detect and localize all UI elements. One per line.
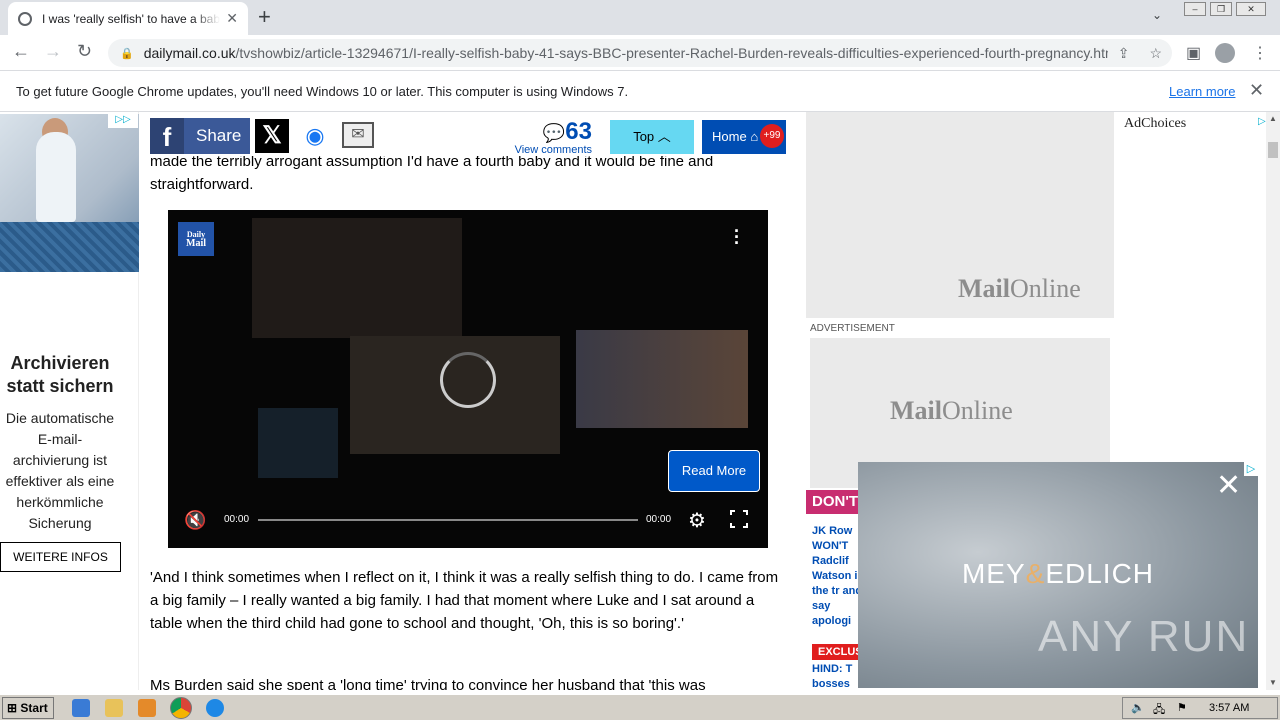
ad-placeholder[interactable]: MailOnline — [806, 112, 1114, 318]
home-icon: ⌂ — [750, 129, 759, 144]
window-close-icon[interactable]: ✕ — [1236, 2, 1266, 16]
comments-link[interactable]: 💬63 View comments — [510, 118, 592, 156]
reload-icon[interactable]: ↻ — [77, 41, 92, 62]
ad-headline: Archivieren statt sichern — [6, 353, 114, 396]
settings-gear-icon[interactable]: ⚙ — [688, 508, 706, 533]
share-page-icon[interactable]: ⇪ — [1118, 45, 1130, 62]
taskbar: ⊞ Start 🔈 🖧 ⚑ 3:57 AM — [0, 694, 1280, 720]
mailonline-logo: MailOnline — [958, 274, 1081, 303]
system-tray: 🔈 🖧 ⚑ 3:57 AM — [1122, 697, 1278, 719]
video-controls: 🔇 00:00 00:00 ⚙ — [168, 502, 768, 548]
chevron-up-icon: ︿ — [657, 129, 671, 144]
mailonline-logo: MailOnline — [890, 396, 1013, 425]
flag-icon[interactable]: ⚑ — [1177, 701, 1187, 714]
browser-toolbar: ← → ↻ 🔒 dailymail.co.uk/tvshowbiz/articl… — [0, 35, 1280, 71]
media-player-icon[interactable] — [138, 699, 156, 717]
browser-tab[interactable]: I was 'really selfish' to have a baby at… — [8, 2, 248, 35]
mute-icon[interactable]: 🔇 — [184, 510, 206, 531]
volume-icon[interactable]: 🔈 — [1131, 701, 1145, 714]
url-text[interactable]: dailymail.co.uk/tvshowbiz/article-132946… — [144, 45, 1108, 61]
close-ad-icon[interactable]: ✕ — [1216, 468, 1241, 503]
article-paragraph: made the terribly arrogant assumption I'… — [150, 153, 714, 193]
infobar-message: To get future Google Chrome updates, you… — [16, 84, 629, 99]
bookmark-star-icon[interactable]: ☆ — [1149, 45, 1162, 62]
tab-title: I was 'really selfish' to have a baby at — [42, 11, 221, 26]
article-paragraph: 'And I think sometimes when I reflect on… — [150, 569, 779, 632]
ad-body: Die automatische E-mail-archivierung ist… — [5, 410, 115, 531]
messenger-icon[interactable]: ◉ — [298, 121, 332, 151]
folder-icon[interactable] — [105, 699, 123, 717]
video-player[interactable]: Daily Mail · · · Read More 🔇 00:00 00:00 ⚙ — [168, 210, 768, 548]
notification-badge: +99 — [760, 124, 784, 148]
ie-icon[interactable] — [72, 699, 90, 717]
globe-icon — [18, 11, 32, 26]
share-bar: f Share 𝕏 ◉ ✉ 💬63 View comments Top ︿ Ho… — [150, 118, 790, 156]
scroll-up-icon[interactable]: ▲ — [1269, 114, 1277, 123]
ad-image — [0, 114, 139, 272]
total-time: 00:00 — [646, 514, 672, 525]
advertisement-label: ADVERTISEMENT — [810, 323, 895, 334]
floating-video-ad[interactable]: ▷ ✕ MEY&EDLICH ANY RUN — [858, 462, 1258, 688]
fullscreen-icon[interactable] — [729, 509, 749, 529]
scroll-thumb[interactable] — [1268, 142, 1278, 158]
current-time: 00:00 — [224, 514, 250, 525]
loading-spinner — [440, 352, 496, 408]
dont-miss-header: DON'T — [806, 490, 866, 514]
adchoices-icon[interactable]: ▷ — [1244, 462, 1258, 476]
facebook-share-button[interactable]: f Share — [150, 118, 250, 154]
address-bar[interactable]: 🔒 dailymail.co.uk/tvshowbiz/article-1329… — [108, 39, 1172, 67]
profile-avatar[interactable] — [1215, 43, 1235, 63]
home-button[interactable]: Home ⌂ +99 — [702, 120, 786, 154]
tab-strip: I was 'really selfish' to have a baby at… — [0, 0, 1280, 35]
adchoices-icon[interactable]: ▷▷ — [108, 114, 138, 128]
article-column: made the terribly arrogant assumption I'… — [150, 112, 790, 690]
minimize-icon[interactable]: – — [1184, 2, 1206, 16]
email-icon[interactable]: ✉ — [342, 122, 374, 148]
close-tab-icon[interactable]: ✕ — [226, 10, 238, 27]
new-tab-icon[interactable]: + — [258, 4, 271, 30]
watermark: ANY RUN — [1038, 612, 1250, 661]
article-paragraph: Ms Burden said she spent a 'long time' t… — [150, 677, 706, 690]
scroll-down-icon[interactable]: ▼ — [1269, 678, 1277, 687]
learn-more-link[interactable]: Learn more — [1169, 84, 1235, 99]
update-infobar: To get future Google Chrome updates, you… — [0, 71, 1280, 112]
tab-search-icon[interactable]: ⌄ — [1152, 8, 1162, 22]
chrome-icon[interactable] — [170, 697, 192, 719]
top-button[interactable]: Top ︿ — [610, 120, 694, 154]
page-scrollbar[interactable]: ▲ ▼ — [1266, 112, 1280, 690]
facebook-icon: f — [150, 118, 184, 154]
lock-icon: 🔒 — [120, 47, 134, 60]
infobar-close-icon[interactable]: ✕ — [1249, 80, 1264, 101]
edge-icon[interactable] — [206, 699, 224, 717]
video-menu-icon[interactable]: · · · — [734, 222, 740, 252]
adchoices-icon[interactable]: ▷ — [1258, 116, 1266, 128]
x-share-icon[interactable]: 𝕏 — [255, 119, 289, 153]
back-icon[interactable]: ← — [12, 41, 30, 62]
daily-mail-logo: Daily Mail — [178, 222, 214, 256]
progress-bar[interactable] — [258, 519, 638, 521]
clock: 3:57 AM — [1209, 702, 1250, 714]
network-icon[interactable]: 🖧 — [1153, 701, 1165, 720]
ad-brand: MEY&EDLICH — [961, 558, 1155, 589]
restore-icon[interactable]: ❐ — [1210, 2, 1232, 16]
left-skyscraper-ad[interactable]: ▷▷ Archivieren statt sichern Die automat… — [0, 112, 139, 690]
read-more-button[interactable]: Read More — [668, 450, 760, 492]
start-button[interactable]: ⊞ Start — [2, 697, 54, 719]
ad-cta-button[interactable]: WEITERE INFOS — [0, 542, 121, 572]
comment-bubble-icon: 💬 — [542, 123, 566, 143]
adchoices-label[interactable]: AdChoices — [1124, 116, 1186, 132]
side-panel-icon[interactable]: ▣ — [1186, 43, 1201, 63]
windows-logo-icon: ⊞ — [7, 701, 18, 715]
forward-icon[interactable]: → — [44, 41, 62, 62]
menu-kebab-icon[interactable]: ⋮ — [1252, 43, 1268, 63]
